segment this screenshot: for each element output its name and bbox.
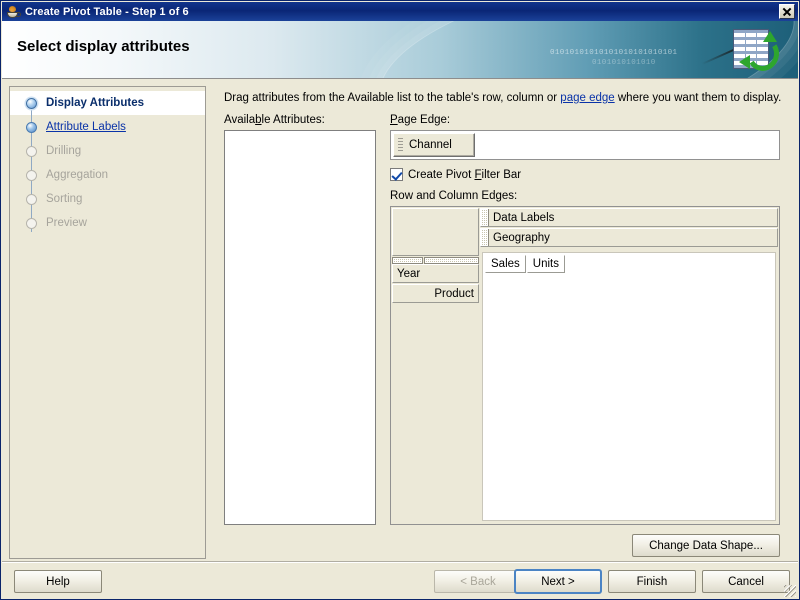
column-header-geography[interactable]: Geography — [480, 228, 778, 247]
sidebar-item-label[interactable]: Attribute Labels — [46, 121, 126, 133]
step-bullet-icon — [26, 146, 37, 157]
checkbox-checked-icon[interactable] — [390, 168, 403, 181]
sidebar-item-label: Display Attributes — [46, 97, 144, 109]
column-header-label: Data Labels — [493, 212, 554, 224]
instruction-text-part2: where you want them to display. — [615, 92, 782, 104]
step-bullet-icon — [26, 122, 37, 133]
step-bullet-icon — [26, 194, 37, 205]
banner-binary-text-1: 01010101010101010101010101 — [550, 49, 677, 57]
page-edge-chip-channel[interactable]: Channel — [393, 133, 475, 157]
page-edge-chip-label: Channel — [409, 139, 462, 151]
finish-button[interactable]: Finish — [608, 570, 696, 593]
pivot-grid[interactable]: Data Labels Geography Year Product Sales… — [390, 206, 780, 525]
row-header-product[interactable]: Product — [392, 284, 479, 303]
next-button[interactable]: Next > — [514, 569, 602, 594]
pivot-table-icon — [733, 29, 777, 71]
sidebar-item-preview: Preview — [10, 211, 205, 235]
window-title: Create Pivot Table - Step 1 of 6 — [25, 6, 189, 18]
help-button[interactable]: Help — [14, 570, 102, 593]
sidebar-item-sorting: Sorting — [10, 187, 205, 211]
checkbox-label: Create Pivot Filter Bar — [408, 169, 521, 181]
page-edge-dropzone[interactable]: Channel — [390, 130, 780, 160]
window-resize-grip[interactable] — [784, 585, 796, 597]
row-edge-grip-icon-1[interactable] — [392, 257, 423, 264]
column-header-data-labels[interactable]: Data Labels — [480, 208, 778, 227]
page-edge-label-post: age Edge: — [398, 114, 450, 126]
grid-column-headers: Data Labels Geography — [480, 208, 778, 248]
sidebar-item-label: Sorting — [46, 193, 82, 205]
page-edge-label: Page Edge: — [390, 114, 450, 126]
checkbox-label-pre: Create Pivot — [408, 169, 474, 181]
drag-grip-icon — [398, 138, 403, 152]
page-edge-link[interactable]: page edge — [560, 92, 614, 104]
available-label-pre: Availa — [224, 114, 255, 126]
step-bullet-icon — [26, 170, 37, 181]
sidebar-item-label: Drilling — [46, 145, 81, 157]
banner-binary-text-2: 0101010101010 — [592, 59, 656, 67]
wizard-banner: 01010101010101010101010101 0101010101010… — [2, 21, 798, 79]
instruction-text-part1: Drag attributes from the Available list … — [224, 92, 560, 104]
checkbox-label-mnemonic: F — [474, 169, 481, 181]
available-label-post: le Attributes: — [262, 114, 325, 126]
cancel-button[interactable]: Cancel — [702, 570, 790, 593]
page-title: Select display attributes — [17, 38, 190, 55]
dialog-body: Display Attributes Attribute Labels Dril… — [2, 80, 798, 562]
back-button: < Back — [434, 570, 522, 593]
grid-data-area[interactable]: Sales Units — [482, 252, 776, 521]
available-attributes-list[interactable] — [224, 130, 376, 525]
column-header-label: Geography — [493, 232, 550, 244]
available-attributes-label: Available Attributes: — [224, 114, 325, 126]
create-pivot-table-dialog: Create Pivot Table - Step 1 of 6 0101010… — [0, 0, 800, 600]
create-pivot-filter-bar-checkbox[interactable]: Create Pivot Filter Bar — [390, 168, 521, 181]
change-data-shape-button[interactable]: Change Data Shape... — [632, 534, 780, 557]
row-header-year[interactable]: Year — [392, 264, 479, 283]
sidebar-item-label: Aggregation — [46, 169, 108, 181]
sidebar-item-aggregation: Aggregation — [10, 163, 205, 187]
sidebar-item-attribute-labels[interactable]: Attribute Labels — [10, 115, 205, 139]
dialog-footer: Help < Back Next > Finish Cancel — [2, 562, 798, 599]
step-bullet-icon — [26, 218, 37, 229]
checkbox-label-post: ilter Bar — [482, 169, 522, 181]
data-label-cell-sales[interactable]: Sales — [485, 255, 526, 273]
step-bullet-icon — [26, 98, 37, 109]
data-label-row: Sales Units — [485, 255, 566, 273]
wizard-content-pane: Drag attributes from the Available list … — [220, 86, 790, 559]
java-coffee-cup-icon — [5, 4, 21, 20]
sidebar-item-drilling: Drilling — [10, 139, 205, 163]
wizard-step-list: Display Attributes Attribute Labels Dril… — [10, 91, 205, 235]
page-edge-label-mnemonic: P — [390, 114, 398, 126]
instruction-text: Drag attributes from the Available list … — [224, 92, 781, 104]
drag-grip-icon — [481, 229, 489, 246]
drag-grip-icon — [481, 209, 489, 226]
data-label-cell-units[interactable]: Units — [527, 255, 565, 273]
close-icon[interactable] — [779, 4, 795, 19]
grid-corner-blank — [392, 208, 479, 256]
sidebar-item-display-attributes[interactable]: Display Attributes — [10, 91, 205, 115]
window-titlebar[interactable]: Create Pivot Table - Step 1 of 6 — [2, 2, 798, 21]
row-edge-grip-icon-2[interactable] — [424, 257, 479, 264]
sidebar-item-label: Preview — [46, 217, 87, 229]
wizard-step-sidebar: Display Attributes Attribute Labels Dril… — [9, 86, 206, 559]
row-and-column-edges-label: Row and Column Edges: — [390, 190, 517, 202]
